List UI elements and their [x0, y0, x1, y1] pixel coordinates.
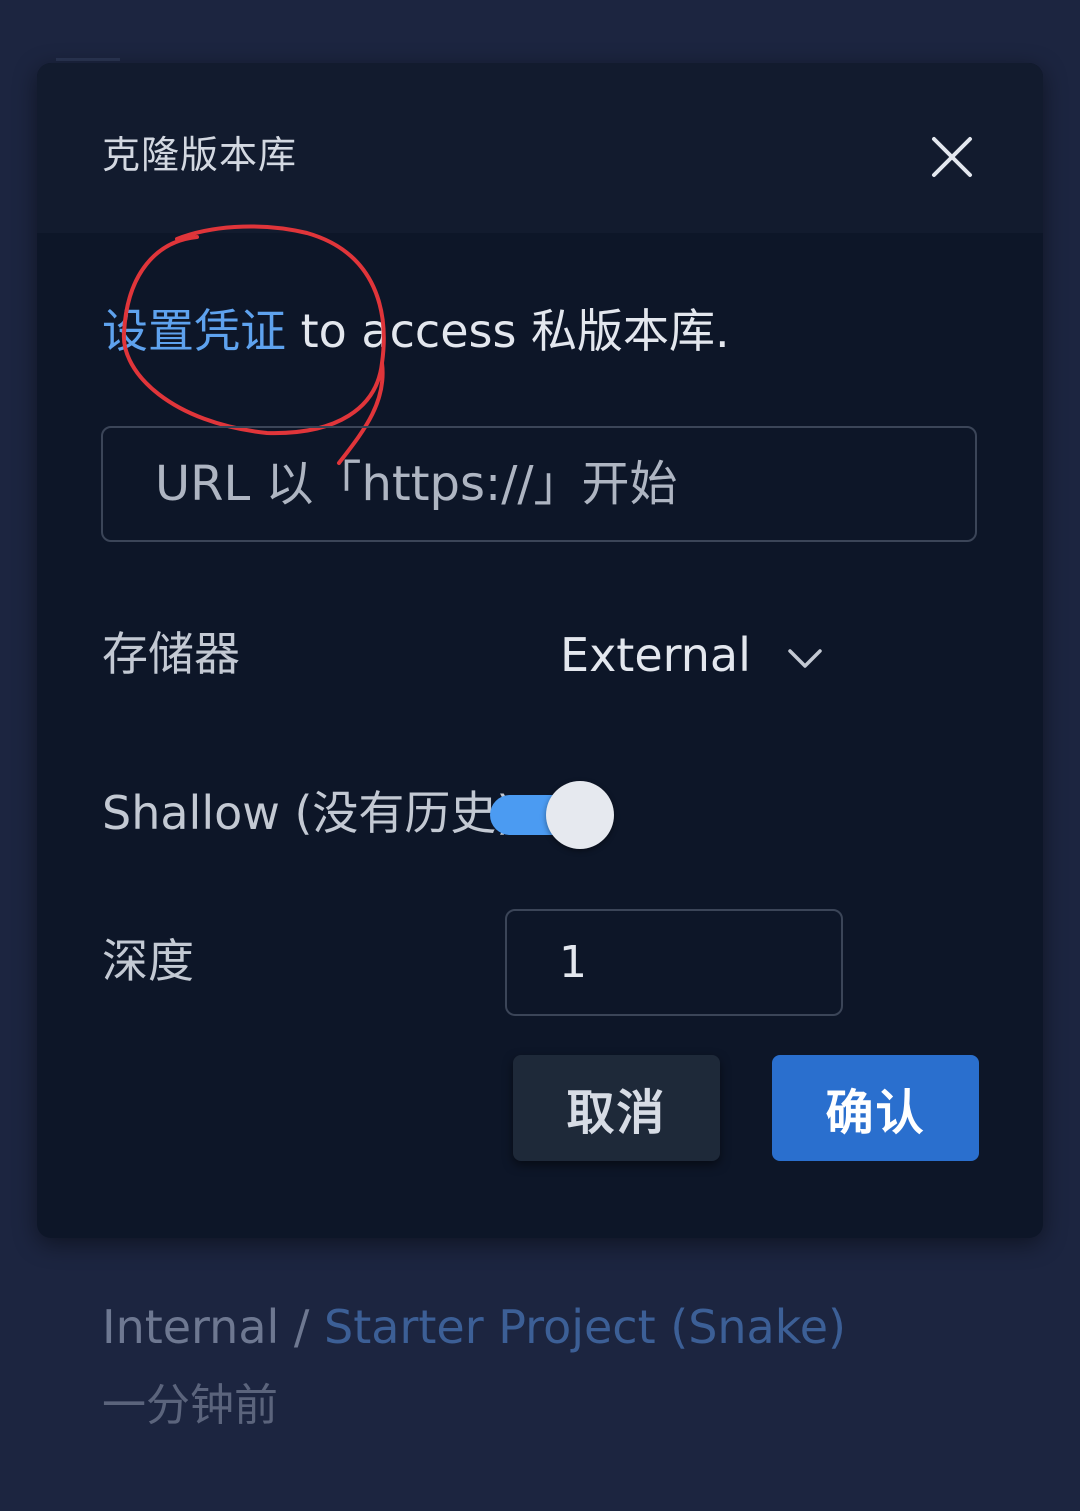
repository-url-input[interactable] — [101, 426, 977, 542]
updated-time: 一分钟前 — [102, 1380, 278, 1431]
cancel-button[interactable]: 取消 — [513, 1055, 720, 1161]
close-icon — [932, 137, 972, 177]
dialog-header: 克隆版本库 — [37, 63, 1043, 233]
credentials-hint: 设置凭证 to access 私版本库. — [102, 301, 730, 361]
project-link[interactable]: Starter Project (Snake) — [324, 1300, 846, 1354]
close-button[interactable] — [926, 131, 978, 183]
toggle-knob — [546, 781, 614, 849]
shallow-label: Shallow (没有历史) — [102, 786, 515, 840]
storage-label: 存储器 — [102, 627, 240, 681]
page: 克隆版本库 设置凭证 to access 私版本库. 存储器 External … — [0, 0, 1080, 1511]
depth-input[interactable] — [505, 909, 843, 1016]
storage-dropdown[interactable]: External — [560, 620, 823, 690]
credentials-hint-text: to access 私版本库. — [286, 304, 730, 358]
background-tab-indicator — [56, 58, 120, 61]
storage-value: External — [560, 628, 751, 682]
breadcrumb-separator: / — [279, 1300, 325, 1354]
project-breadcrumb: Internal / Starter Project (Snake) — [102, 1296, 846, 1358]
chevron-down-icon — [788, 649, 822, 668]
shallow-toggle[interactable] — [490, 781, 614, 849]
set-credentials-link[interactable]: 设置凭证 — [102, 304, 286, 358]
workspace-name: Internal — [102, 1300, 280, 1354]
dialog-title: 克隆版本库 — [102, 133, 298, 177]
confirm-button[interactable]: 确认 — [772, 1055, 979, 1161]
clone-repository-dialog: 克隆版本库 设置凭证 to access 私版本库. 存储器 External … — [37, 63, 1043, 1238]
depth-label: 深度 — [102, 934, 194, 988]
